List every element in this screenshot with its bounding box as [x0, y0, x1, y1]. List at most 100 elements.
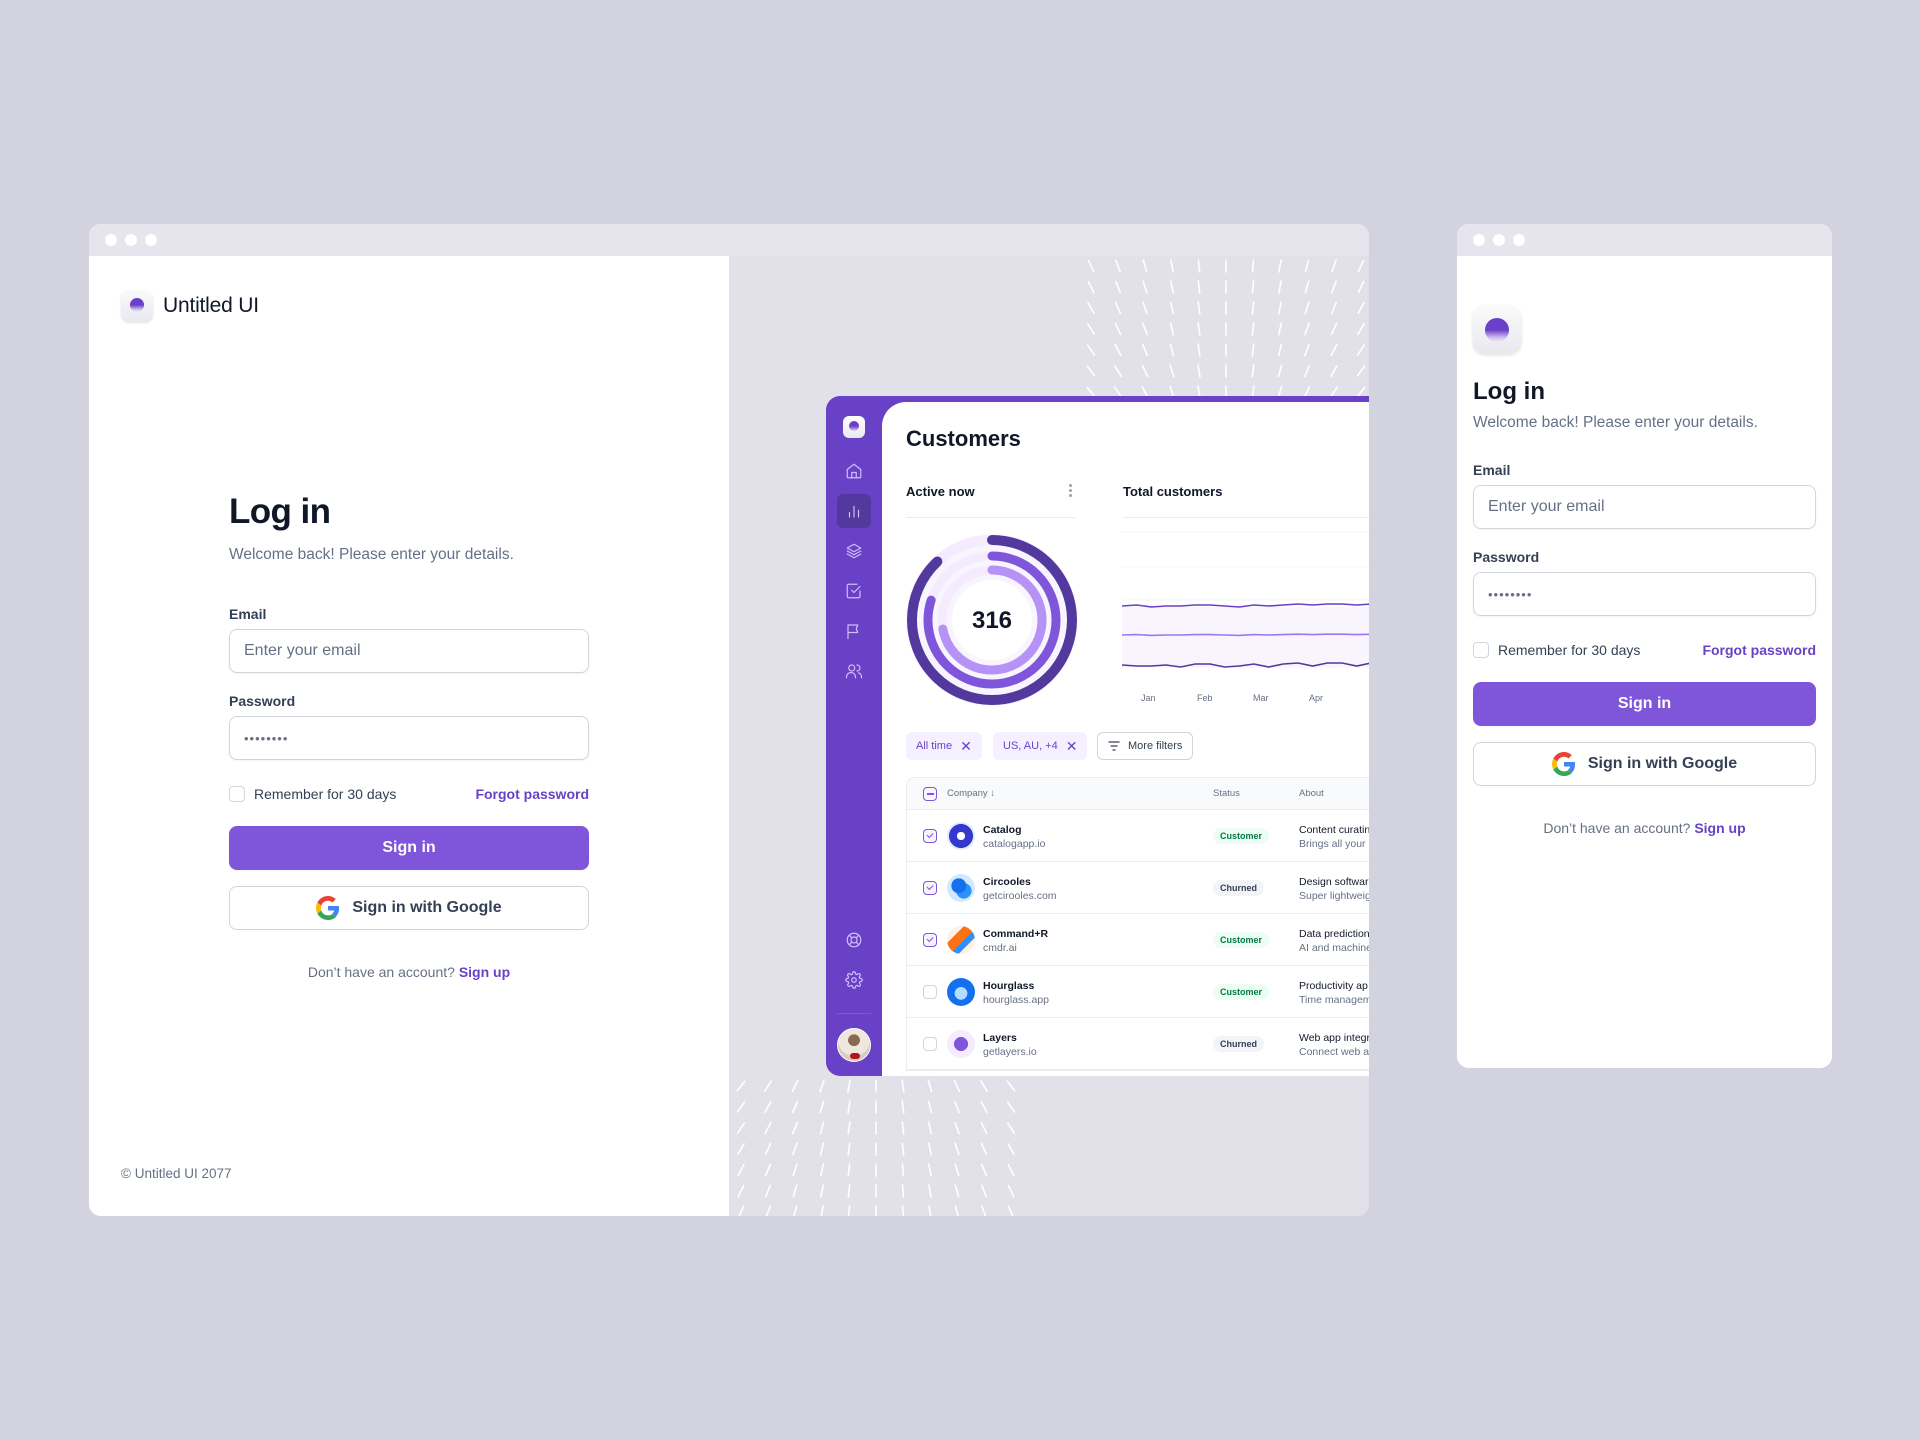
- company-url: catalogapp.io: [983, 838, 1046, 850]
- sidebar-item-support[interactable]: [837, 923, 871, 957]
- sign-up-link[interactable]: Sign up: [1694, 820, 1745, 836]
- row-checkbox[interactable]: [923, 1037, 937, 1051]
- customers-table: Company ↓ Status About Catalog catalogapp…: [906, 777, 1369, 1071]
- sidebar-item-reports[interactable]: [837, 614, 871, 648]
- email-input[interactable]: Enter your email: [1473, 485, 1816, 529]
- decorative-dash: [847, 1184, 851, 1198]
- more-vertical-icon[interactable]: [1069, 484, 1073, 497]
- forgot-password-link[interactable]: Forgot password: [475, 786, 589, 802]
- decorative-dash: [1007, 1184, 1015, 1198]
- user-avatar[interactable]: [837, 1028, 871, 1062]
- decorative-dash: [1356, 365, 1366, 377]
- decorative-dash: [819, 1100, 825, 1114]
- window-dot-maximize[interactable]: [145, 234, 157, 246]
- dashboard-title: Customers: [906, 426, 1021, 451]
- column-header-about[interactable]: About: [1299, 788, 1324, 799]
- decorative-dash: [791, 1079, 799, 1093]
- row-checkbox[interactable]: [923, 881, 937, 895]
- mobile-login-pane: Log in Welcome back! Please enter your d…: [1457, 256, 1832, 1068]
- remember-label: Remember for 30 days: [1498, 642, 1641, 658]
- sidebar-logo-icon[interactable]: [843, 416, 865, 438]
- company-logo: [947, 822, 975, 850]
- decorative-dash: [1169, 280, 1175, 294]
- row-checkbox[interactable]: [923, 829, 937, 843]
- row-checkbox[interactable]: [923, 985, 937, 999]
- decorative-dash: [980, 1163, 988, 1177]
- select-all-checkbox[interactable]: [923, 787, 937, 801]
- sidebar-item-settings[interactable]: [837, 963, 871, 997]
- remember-checkbox[interactable]: Remember for 30 days: [1473, 642, 1640, 658]
- life-buoy-icon: [846, 932, 862, 948]
- sidebar-item-analytics[interactable]: [837, 494, 871, 528]
- close-icon[interactable]: ✕: [1066, 739, 1078, 753]
- google-sign-in-button[interactable]: Sign in with Google: [1473, 742, 1816, 786]
- window-dot-minimize[interactable]: [125, 234, 137, 246]
- about-title: Web app integr: [1299, 1032, 1369, 1044]
- sign-in-button[interactable]: Sign in: [1473, 682, 1816, 726]
- google-button-label: Sign in with Google: [352, 899, 502, 916]
- password-input[interactable]: ••••••••: [229, 716, 589, 760]
- decorative-dash: [1087, 259, 1095, 273]
- window-dot-close[interactable]: [105, 234, 117, 246]
- sidebar-item-users[interactable]: [837, 654, 871, 688]
- decorative-dash: [1251, 322, 1255, 336]
- decorative-dash: [927, 1142, 933, 1156]
- column-header-status[interactable]: Status: [1213, 788, 1240, 799]
- table-row[interactable]: Command+R cmdr.ai Customer Data prediction A…: [907, 914, 1369, 966]
- remember-checkbox[interactable]: Remember for 30 days: [229, 786, 396, 802]
- sidebar-item-home[interactable]: [837, 454, 871, 488]
- about-description: Time managem: [1299, 994, 1369, 1006]
- decorative-dash: [1304, 259, 1310, 273]
- sidebar-item-tasks[interactable]: [837, 574, 871, 608]
- decorative-dash: [1251, 301, 1255, 315]
- password-input[interactable]: ••••••••: [1473, 572, 1816, 616]
- no-account-text: Don’t have an account?: [1543, 820, 1691, 836]
- table-row[interactable]: Circooles getcirooles.com Churned Design so…: [907, 862, 1369, 914]
- window-dot-maximize[interactable]: [1513, 234, 1525, 246]
- sign-up-link[interactable]: Sign up: [459, 964, 510, 980]
- decorative-dash: [847, 1100, 851, 1114]
- email-input[interactable]: Enter your email: [229, 629, 589, 673]
- decorative-dash: [791, 1121, 799, 1135]
- column-header-company[interactable]: Company ↓: [947, 788, 995, 799]
- sign-in-button[interactable]: Sign in: [229, 826, 589, 870]
- chart-band: [1122, 607, 1369, 667]
- decorative-dash: [927, 1121, 933, 1135]
- table-row[interactable]: Layers getlayers.io Churned Web app integr C…: [907, 1018, 1369, 1070]
- decorative-dash: [1251, 364, 1255, 378]
- logo-icon[interactable]: [1473, 306, 1521, 354]
- decorative-dash: [847, 1205, 851, 1216]
- close-icon[interactable]: ✕: [960, 739, 972, 753]
- window-dot-minimize[interactable]: [1493, 234, 1505, 246]
- decorative-dash: [1141, 385, 1148, 396]
- filter-chip-region[interactable]: US, AU, +4 ✕: [993, 732, 1088, 760]
- decorative-dash: [1277, 385, 1283, 396]
- table-body: Catalog catalogapp.io Customer Content cura…: [907, 810, 1369, 1070]
- decorative-dash: [737, 1163, 745, 1177]
- table-row[interactable]: Hourglass hourglass.app Customer Productivi…: [907, 966, 1369, 1018]
- decorative-dash: [953, 1079, 961, 1093]
- table-row[interactable]: Catalog catalogapp.io Customer Content cura…: [907, 810, 1369, 862]
- decorative-dash: [847, 1163, 851, 1177]
- company-logo: [947, 1030, 975, 1058]
- email-label: Email: [1473, 462, 1511, 478]
- decorative-dash: [1141, 343, 1149, 357]
- google-sign-in-button[interactable]: Sign in with Google: [229, 886, 589, 930]
- decorative-dash: [1251, 259, 1255, 273]
- decorative-dash: [1251, 385, 1255, 396]
- filter-chip-all-time[interactable]: All time ✕: [906, 732, 982, 760]
- window-dot-close[interactable]: [1473, 234, 1485, 246]
- filter-lines-icon: [1108, 741, 1120, 751]
- more-filters-button[interactable]: More filters: [1097, 732, 1194, 760]
- forgot-password-link[interactable]: Forgot password: [1702, 642, 1816, 658]
- decorative-dash: [1278, 280, 1282, 294]
- remember-label: Remember for 30 days: [254, 786, 397, 802]
- brand-logo[interactable]: Untitled UI: [121, 290, 259, 322]
- checkbox-box[interactable]: [1473, 642, 1489, 658]
- sidebar-item-layers[interactable]: [837, 534, 871, 568]
- checkbox-box[interactable]: [229, 786, 245, 802]
- page-title: Log in: [229, 492, 331, 531]
- more-filters-label: More filters: [1128, 740, 1183, 752]
- total-customers-line-chart: [1122, 531, 1369, 668]
- row-checkbox[interactable]: [923, 933, 937, 947]
